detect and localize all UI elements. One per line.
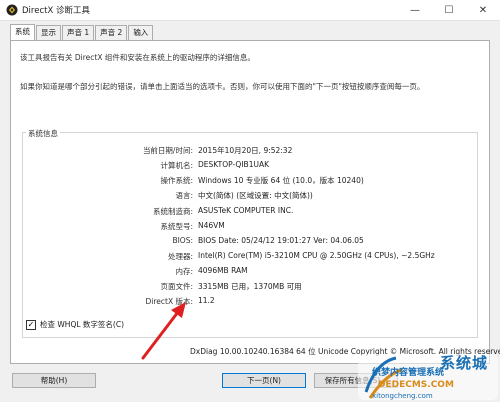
check-icon: ✓ [27, 319, 35, 329]
minimize-icon: — [410, 5, 420, 16]
next-page-button[interactable]: 下一页(N) [222, 373, 306, 388]
info-value: 4096MB RAM [198, 266, 248, 275]
whql-checkbox-row[interactable]: ✓ 检查 WHQL 数字签名(C) [26, 319, 124, 330]
info-row-memory: 内存: 4096MB RAM [0, 266, 500, 277]
info-row-model: 系统型号: N46VM [0, 221, 500, 232]
directx-app-icon [6, 4, 18, 16]
tab-sound-2[interactable]: 声音 2 [95, 25, 128, 40]
info-row-manufacturer: 系统制造商: ASUSTeK COMPUTER INC. [0, 206, 500, 217]
info-row-bios: BIOS: BIOS Date: 05/24/12 19:01:27 Ver: … [0, 236, 500, 247]
tab-input[interactable]: 输入 [128, 25, 154, 40]
close-button[interactable]: ✕ [466, 0, 500, 21]
window-title: DirectX 诊断工具 [22, 6, 90, 16]
info-value: ASUSTeK COMPUTER INC. [198, 206, 294, 215]
info-value: 中文(简体) (区域设置: 中文(简体)) [198, 191, 313, 200]
info-label: 操作系统: [160, 176, 193, 185]
system-info-group-title: 系统信息 [26, 128, 60, 139]
info-value: 3315MB 已用，1370MB 可用 [198, 282, 302, 291]
info-label: 处理器: [167, 252, 193, 261]
minimize-button[interactable]: — [398, 0, 432, 21]
info-value: 2015年10月20日, 9:52:32 [198, 146, 293, 155]
info-value: DESKTOP-QIB1UAK [198, 160, 270, 169]
whql-checkbox-label: 检查 WHQL 数字签名(C) [40, 320, 124, 329]
info-label: 系统制造商: [152, 207, 193, 216]
info-row-datetime: 当前日期/时间: 2015年10月20日, 9:52:32 [0, 145, 500, 156]
info-label: 系统型号: [160, 222, 193, 231]
info-label: 内存: [175, 267, 193, 276]
info-label: BIOS: [172, 236, 193, 245]
close-icon: ✕ [478, 5, 488, 16]
tab-display[interactable]: 显示 [36, 25, 61, 40]
info-value: N46VM [198, 221, 225, 230]
info-row-computer-name: 计算机名: DESKTOP-QIB1UAK [0, 160, 500, 171]
whql-checkbox[interactable]: ✓ [26, 319, 36, 330]
help-button[interactable]: 帮助(H) [12, 373, 96, 388]
info-value: Windows 10 专业版 64 位 (10.0，版本 10240) [198, 176, 364, 185]
watermark-line-1: 织梦内容管理系统 [372, 368, 445, 378]
title-bar: DirectX 诊断工具 — ☐ ✕ [0, 0, 500, 21]
info-label: 计算机名: [160, 161, 193, 170]
tab-strip: 系统 显示 声音 1 声音 2 输入 [10, 24, 154, 40]
watermark-logo-text: 系统城 [440, 354, 489, 372]
info-row-directx-version: DirectX 版本: 11.2 [0, 296, 500, 307]
info-label: DirectX 版本: [145, 297, 193, 306]
watermark-line-2: DEDECMS.COM [378, 380, 454, 390]
info-row-os: 操作系统: Windows 10 专业版 64 位 (10.0，版本 10240… [0, 175, 500, 186]
info-row-page-file: 页面文件: 3315MB 已用，1370MB 可用 [0, 281, 500, 292]
info-row-processor: 处理器: Intel(R) Core(TM) i5-3210M CPU @ 2.… [0, 251, 500, 262]
info-label: 语言: [175, 191, 193, 200]
info-label: 页面文件: [160, 282, 193, 291]
tab-sound-1[interactable]: 声音 1 [62, 25, 95, 40]
maximize-button[interactable]: ☐ [432, 0, 466, 21]
info-value: Intel(R) Core(TM) i5-3210M CPU @ 2.50GHz… [198, 251, 435, 260]
info-value: BIOS Date: 05/24/12 19:01:27 Ver: 04.06.… [198, 236, 364, 245]
watermark-line-3: xitongcheng.com [372, 392, 433, 400]
info-value: 11.2 [198, 296, 215, 305]
info-row-language: 语言: 中文(简体) (区域设置: 中文(简体)) [0, 190, 500, 201]
info-label: 当前日期/时间: [142, 146, 193, 155]
maximize-icon: ☐ [444, 5, 454, 16]
intro-line-1: 该工具报告有关 DirectX 组件和安装在系统上的驱动程序的详细信息。 [20, 53, 255, 62]
intro-line-2: 如果你知道是哪个部分引起的错误，请单击上面适当的选项卡。否则，你可以使用下面的"… [20, 82, 425, 91]
tab-system[interactable]: 系统 [10, 24, 35, 40]
